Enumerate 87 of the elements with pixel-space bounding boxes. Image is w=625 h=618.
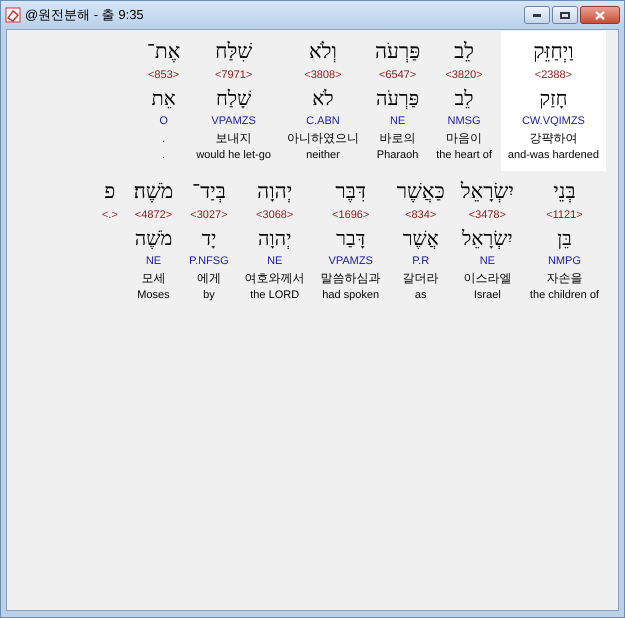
korean-gloss: 여호와께서 xyxy=(244,270,305,287)
hebrew-word: לֵב xyxy=(454,38,474,65)
korean-gloss: 마음이 xyxy=(446,130,482,147)
korean-gloss: 강퍅하여 xyxy=(529,130,578,147)
korean-gloss: . xyxy=(162,130,166,147)
strong-number: <.> xyxy=(102,208,118,223)
hebrew-word: בְּנֵי xyxy=(553,178,576,205)
english-gloss: neither xyxy=(306,148,340,163)
word-block[interactable]: פ <.> xyxy=(94,171,125,311)
close-button[interactable] xyxy=(580,6,620,24)
hebrew-word: וַיְחַזֵּק xyxy=(533,38,574,65)
lemma-word: יְהוָה xyxy=(258,225,292,252)
strong-number: <3027> xyxy=(190,208,228,223)
strong-number: <1696> xyxy=(332,208,370,223)
english-gloss: the LORD xyxy=(250,288,300,303)
hebrew-word: אֶת־ xyxy=(146,38,180,65)
window-title: @원전분해 - 출 9:35 xyxy=(25,6,144,24)
english-gloss: as xyxy=(414,288,427,303)
maximize-button[interactable] xyxy=(552,6,578,24)
morphology-code: NE xyxy=(267,254,282,269)
hebrew-word: שִׁלַּח xyxy=(215,38,252,65)
strong-number: <853> xyxy=(148,68,180,83)
minimize-button[interactable] xyxy=(524,6,550,24)
english-gloss: Israel xyxy=(474,288,501,303)
morphology-code: NMPG xyxy=(548,254,581,269)
lemma-word: בֵּן xyxy=(557,225,572,252)
morphology-code: NE xyxy=(146,254,162,269)
strong-number: <3068> xyxy=(256,208,294,223)
morphology-code: C.ABN xyxy=(306,114,340,129)
morphology-code: NE xyxy=(390,114,406,129)
lemma-word: שָׁלַח xyxy=(216,85,252,112)
morphology-code: P.NFSG xyxy=(189,254,229,269)
book-icon xyxy=(5,7,21,23)
hebrew-word: מֹשֶׁה׃ xyxy=(134,178,174,205)
close-icon xyxy=(595,10,605,20)
morphology-code: VPAMZS xyxy=(211,114,256,129)
lemma-word: אֵת xyxy=(152,85,176,112)
korean-gloss: 자손을 xyxy=(546,270,582,287)
morphology-code: NMSG xyxy=(448,114,481,129)
morphology-code: O xyxy=(159,114,168,129)
lemma-word: לֵב xyxy=(454,85,474,112)
strong-number: <4872> xyxy=(134,208,172,223)
strong-number: <3478> xyxy=(468,208,506,223)
strong-number: <834> xyxy=(405,208,436,223)
korean-gloss: 갈더라 xyxy=(402,270,439,287)
morphology-code: CW.VQIMZS xyxy=(522,114,585,129)
korean-gloss: 에게 xyxy=(196,270,221,287)
english-gloss: Pharaoh xyxy=(376,148,418,163)
morphology-code: NE xyxy=(480,254,495,269)
hebrew-word: פַּרְעֹה xyxy=(374,38,420,65)
strong-number: <7971> xyxy=(214,68,252,83)
hebrew-word: יְהוָה xyxy=(257,178,292,205)
english-gloss: the children of xyxy=(530,288,599,303)
korean-gloss: 모세 xyxy=(141,270,166,287)
strong-number: <6547> xyxy=(378,68,416,83)
hebrew-word: כַּאֲשֶׁר xyxy=(396,178,445,205)
hebrew-word: פ xyxy=(104,178,116,205)
korean-gloss: 아니하였으니 xyxy=(286,130,359,147)
english-gloss: . xyxy=(162,148,166,163)
hebrew-word: וְלֹא xyxy=(309,38,337,65)
strong-number: <1121> xyxy=(546,208,583,223)
english-gloss: the heart of xyxy=(436,148,492,163)
hebrew-word: בְּיַד־ xyxy=(192,178,226,205)
morphology-code: VPAMZS xyxy=(328,254,373,269)
english-gloss: Moses xyxy=(137,288,170,303)
english-gloss: would he let-go xyxy=(196,148,271,163)
lemma-word: פַּרְעֹה xyxy=(376,85,420,112)
korean-gloss: 바로의 xyxy=(380,130,416,147)
morphology-code: P.R xyxy=(412,254,430,269)
lemma-word: יָד xyxy=(202,225,216,252)
hebrew-word: יִשְׂרָאֵל xyxy=(460,178,514,205)
hebrew-word: דִּבֶּר xyxy=(335,178,366,205)
korean-gloss: 이스라엘 xyxy=(463,270,512,287)
lemma-word: דָּבַר xyxy=(336,225,366,252)
english-gloss: had spoken xyxy=(322,288,380,303)
lemma-word: יִשְׂרָאֵל xyxy=(462,225,513,252)
strong-number: <2388> xyxy=(534,68,572,83)
korean-gloss: 보내지 xyxy=(216,130,252,147)
lemma-word: מֹשֶׁה xyxy=(134,225,172,252)
strong-number: <3808> xyxy=(304,68,342,83)
strong-number: <3820> xyxy=(445,68,483,83)
lemma-word: לֹא xyxy=(312,85,334,112)
english-gloss: by xyxy=(203,288,215,303)
lemma-word: חָזַק xyxy=(539,85,568,112)
lemma-word: אֲשֶׁר xyxy=(402,225,439,252)
korean-gloss: 말씀하심과 xyxy=(320,270,381,287)
english-gloss: and-was hardened xyxy=(508,148,599,163)
